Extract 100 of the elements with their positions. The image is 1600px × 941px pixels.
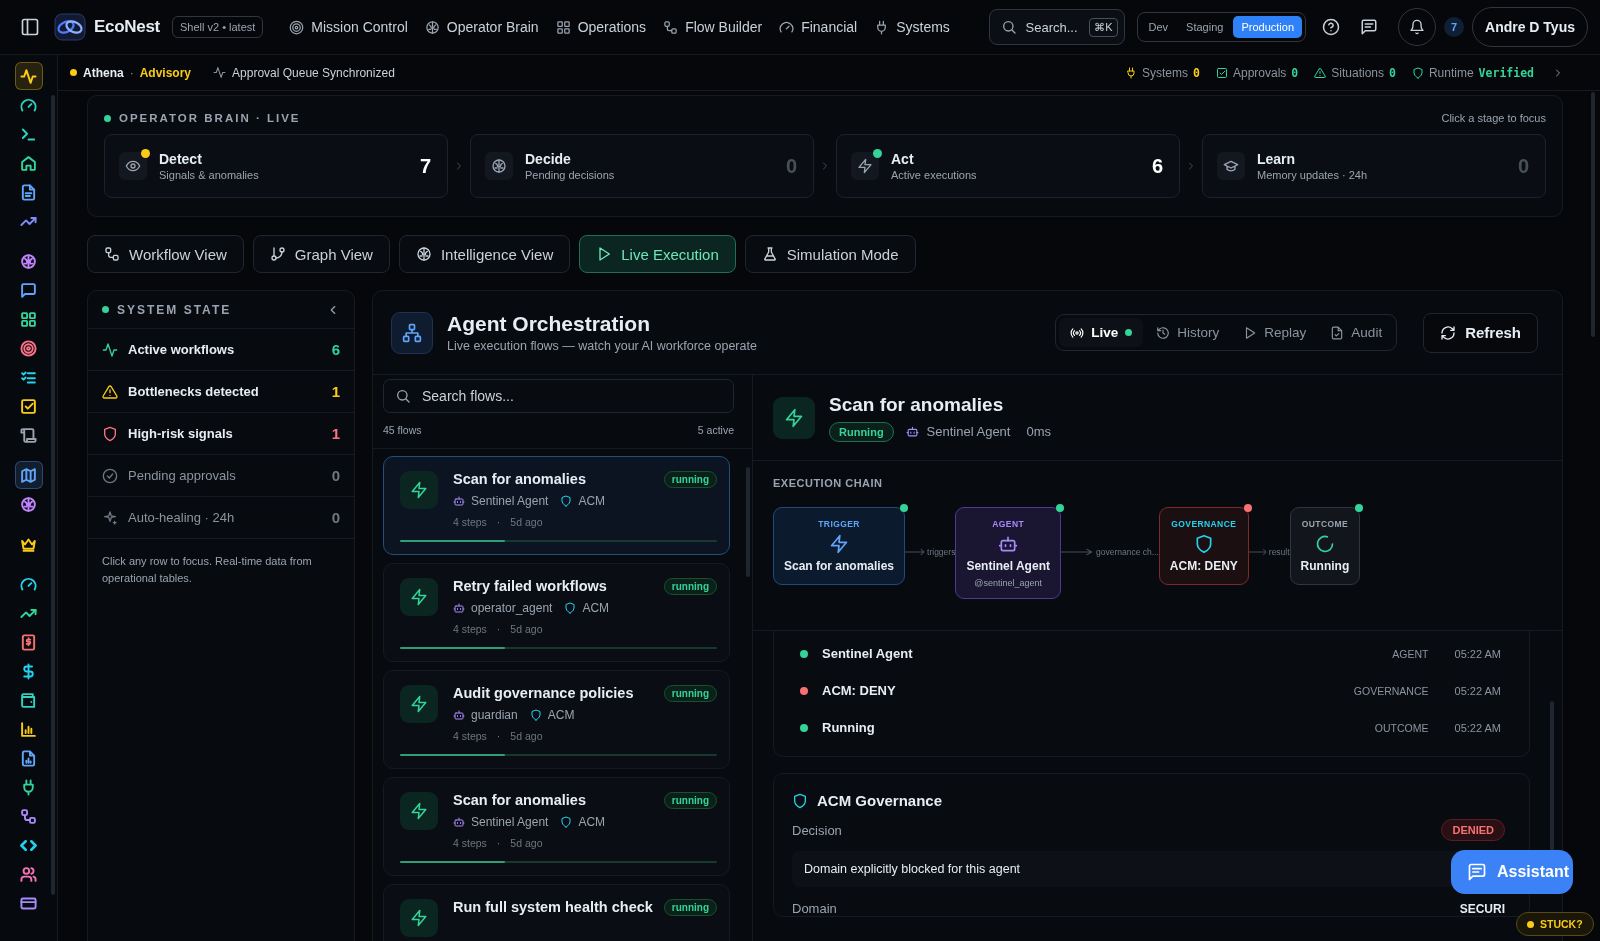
card-title: ACM Governance — [817, 792, 943, 809]
gauge-icon — [779, 19, 795, 35]
row-count: 0 — [331, 467, 340, 484]
node-title: Scan for anomalies — [784, 559, 895, 573]
stage-card[interactable]: Decide Pending decisions 0 — [470, 134, 814, 198]
policy-name: ACM — [578, 494, 606, 508]
status-badge: running — [663, 685, 717, 702]
event-title: Running — [822, 720, 876, 735]
robot-icon — [998, 534, 1019, 554]
separator: · — [496, 730, 501, 742]
refresh-button[interactable]: Refresh — [1423, 312, 1538, 353]
state-row[interactable]: Bottlenecks detected 1 — [88, 371, 354, 413]
chain-node[interactable]: AGENT Sentinel Agent @sentinel_agent — [955, 507, 1061, 599]
flow-card[interactable]: Retry failed workflows running operator_agent ACM 4 steps · 5d ago — [383, 563, 730, 662]
chain-node[interactable]: TRIGGER Scan for anomalies — [773, 507, 906, 585]
state-row[interactable]: Pending approvals 0 — [88, 455, 354, 497]
agent-name: operator_agent — [471, 601, 553, 615]
event-time: 05:22 AM — [1454, 684, 1501, 697]
rail-button[interactable] — [14, 62, 43, 90]
environment-option[interactable]: Staging — [1178, 16, 1232, 38]
nav-link[interactable]: Mission Control — [289, 19, 408, 35]
pulse-icon — [213, 66, 227, 79]
counter-label: Approvals — [1232, 65, 1287, 80]
help-text: Click any row to focus. Real-time data from operational tables. — [101, 554, 313, 586]
agent-name: Athena — [83, 65, 124, 80]
stuck-button[interactable]: STUCK? — [1516, 912, 1594, 936]
separator: · — [496, 623, 501, 635]
view-tab[interactable]: Workflow View — [87, 235, 244, 273]
brand-name: EcoNest — [94, 17, 160, 37]
mode-tab[interactable]: Replay — [1232, 318, 1318, 347]
rail-button[interactable] — [14, 461, 43, 489]
row-label: Pending approvals — [128, 468, 236, 483]
lightning-icon — [410, 481, 428, 499]
node-label: OUTCOME — [1301, 519, 1349, 529]
nav-link[interactable]: Systems — [874, 19, 950, 35]
flow-title: Scan for anomalies — [453, 471, 587, 487]
robot-icon — [453, 495, 465, 507]
nav-link[interactable]: Operator Brain — [424, 19, 539, 35]
stage-count: 6 — [1151, 154, 1163, 178]
view-tab[interactable]: Graph View — [252, 235, 390, 273]
node-label: AGENT — [992, 519, 1025, 529]
plug-icon — [1125, 66, 1137, 79]
stage-card[interactable]: Act Active executions 6 — [836, 134, 1180, 198]
workflow-icon — [104, 246, 120, 262]
graduation-cap-icon — [1223, 158, 1239, 174]
nav-link[interactable]: Flow Builder — [663, 19, 763, 35]
status-dot — [102, 306, 109, 313]
lightning-icon — [410, 909, 428, 927]
assistant-button[interactable]: Assistant — [1451, 850, 1573, 894]
stage-card[interactable]: Learn Memory updates · 24h 0 — [1202, 134, 1546, 198]
help-icon — [1322, 18, 1340, 36]
scrollbar[interactable] — [1550, 701, 1554, 851]
policy-name: ACM — [582, 601, 610, 615]
status-badge: running — [663, 899, 717, 916]
mode-tab[interactable]: History — [1145, 318, 1231, 347]
scrollbar[interactable] — [51, 95, 55, 895]
lightning-icon — [857, 158, 873, 174]
scrollbar[interactable] — [1591, 92, 1595, 337]
view-tab[interactable]: Intelligence View — [398, 235, 571, 273]
search-field[interactable]: Search flows... — [383, 379, 734, 413]
row-count: 6 — [331, 341, 340, 358]
checkbox-icon — [1215, 66, 1228, 79]
stage-subtitle: Signals & anomalies — [159, 169, 259, 181]
stage-title: Learn — [1257, 151, 1297, 167]
search-icon — [395, 388, 411, 404]
counter-value: 0 — [1193, 65, 1200, 80]
flow-card[interactable]: Scan for anomalies running Sentinel Agent ACM 4 steps · 5d ago — [383, 456, 730, 555]
environment-option[interactable]: Dev — [1140, 16, 1177, 38]
chain-node[interactable]: GOVERNANCE ACM: DENY — [1158, 507, 1249, 585]
stage-subtitle: Pending decisions — [525, 169, 615, 181]
stage-card[interactable]: Detect Signals & anomalies 7 — [104, 134, 448, 198]
view-tab[interactable]: Simulation Mode — [744, 235, 916, 273]
state-row[interactable]: High-risk signals 1 — [88, 413, 354, 455]
mode-tab[interactable]: Audit — [1319, 318, 1394, 347]
event-type: GOVERNANCE — [1353, 684, 1429, 697]
execution-title: Scan for anomalies — [829, 393, 1005, 416]
state-row[interactable]: Active workflows 6 — [88, 329, 354, 371]
nav-link[interactable]: Financial — [779, 19, 858, 35]
live-dot — [104, 114, 111, 122]
flow-card[interactable]: Audit governance policies running guardian ACM 4 steps · 5d ago — [383, 670, 730, 769]
view-tab[interactable]: Live Execution — [579, 235, 736, 273]
mode-tab[interactable]: Live — [1059, 318, 1144, 347]
stage-title: Detect — [159, 151, 203, 167]
chain-node[interactable]: OUTCOME Running — [1289, 507, 1361, 585]
state-row[interactable]: Auto-healing · 24h 0 — [88, 497, 354, 539]
bell-icon — [1409, 19, 1425, 35]
robot-icon — [905, 425, 919, 438]
sparkle-icon — [102, 509, 118, 526]
hint-text: Click a stage to focus — [1441, 112, 1546, 124]
flow-card[interactable]: Scan for anomalies running Sentinel Agent ACM 4 steps · 5d ago — [383, 777, 730, 876]
row-label: Auto-healing · 24h — [128, 510, 235, 525]
stage-title: Decide — [525, 151, 572, 167]
refresh-icon — [1440, 324, 1457, 341]
environment-option[interactable]: Production — [1233, 16, 1302, 38]
flow-card[interactable]: Run full system health check running — [383, 884, 730, 941]
scrollbar[interactable] — [746, 467, 750, 577]
play-icon — [596, 246, 613, 262]
nav-link[interactable]: Operations — [555, 19, 647, 35]
branch-icon — [269, 246, 286, 262]
flow-age: 5d ago — [510, 623, 543, 635]
